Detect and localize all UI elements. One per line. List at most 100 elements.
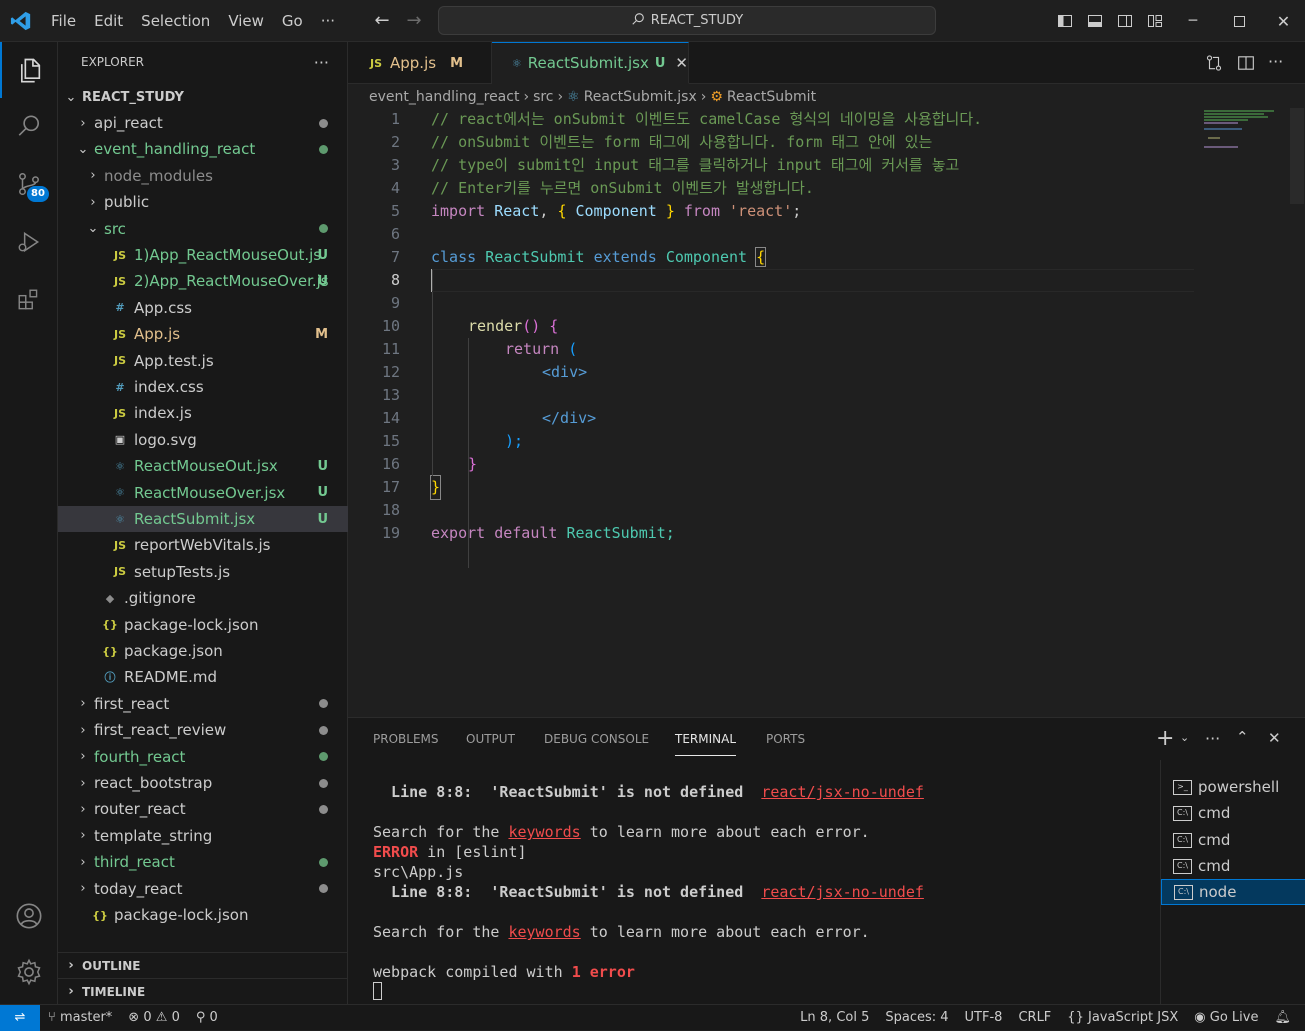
chevron-right-icon: › xyxy=(80,722,86,738)
customize-layout-icon[interactable] xyxy=(1135,0,1175,42)
explorer-more-icon[interactable]: ··· xyxy=(314,53,329,72)
compare-changes-icon[interactable] xyxy=(1205,54,1223,76)
file-item[interactable]: JS index.js xyxy=(58,400,348,426)
tab-close-icon[interactable]: ✕ xyxy=(675,54,688,72)
explorer-icon[interactable] xyxy=(0,42,58,98)
ports-status[interactable]: ⚲ 0 xyxy=(188,1010,226,1025)
file-item[interactable]: JS 1)App_ReactMouseOut.js U xyxy=(58,242,348,268)
file-item[interactable]: # index.css xyxy=(58,374,348,400)
terminal-item-node[interactable]: C:\ node xyxy=(1161,879,1305,905)
editor-more-icon[interactable]: ··· xyxy=(1268,52,1283,71)
end-of-line[interactable]: CRLF xyxy=(1010,1010,1059,1025)
close-icon[interactable]: ✕ xyxy=(1262,0,1305,42)
tab-ports[interactable]: PORTS xyxy=(766,718,805,760)
folder-item[interactable]: › public xyxy=(58,189,348,215)
extensions-icon[interactable] xyxy=(0,272,58,328)
tab-debug-console[interactable]: DEBUG CONSOLE xyxy=(544,718,649,760)
folder-item[interactable]: › api_react xyxy=(58,110,348,136)
menu-edit[interactable]: Edit xyxy=(85,0,132,42)
cursor-position[interactable]: Ln 8, Col 5 xyxy=(792,1010,877,1025)
explorer-root-folder[interactable]: ⌄ REACT_STUDY xyxy=(58,84,348,110)
file-item[interactable]: ◆ .gitignore xyxy=(58,585,348,611)
folder-item[interactable]: › react_bootstrap xyxy=(58,770,348,796)
breadcrumb-symbol[interactable]: ReactSubmit xyxy=(727,89,816,105)
problems-status[interactable]: ⊗ 0 ⚠ 0 xyxy=(120,1010,188,1025)
menu-selection[interactable]: Selection xyxy=(132,0,219,42)
folder-item[interactable]: › template_string xyxy=(58,823,348,849)
folder-item[interactable]: › third_react xyxy=(58,849,348,875)
file-item[interactable]: ⚛ ReactSubmit.jsx U xyxy=(58,506,348,532)
menu-file[interactable]: File xyxy=(42,0,85,42)
explorer-title: EXPLORER xyxy=(81,55,144,69)
folder-item[interactable]: › fourth_react xyxy=(58,744,348,770)
chevron-down-icon[interactable]: ⌄ xyxy=(1180,731,1189,744)
folder-item[interactable]: › first_react_review xyxy=(58,717,348,743)
notifications-bell-icon[interactable]: 🔔︎ xyxy=(1266,1010,1305,1025)
language-mode[interactable]: {} JavaScript JSX xyxy=(1059,1010,1186,1025)
breadcrumb-folder[interactable]: event_handling_react xyxy=(369,89,519,105)
terminal-item-cmd[interactable]: C:\ cmd xyxy=(1161,853,1305,879)
code-editor[interactable]: 1 // react에서는 onSubmit 이벤트도 camelCase 형식의… xyxy=(348,108,1198,718)
file-item[interactable]: {} package.json xyxy=(58,638,348,664)
run-debug-icon[interactable] xyxy=(0,214,58,270)
file-item[interactable]: ⓘ README.md xyxy=(58,664,348,690)
tab-output[interactable]: OUTPUT xyxy=(466,718,515,760)
file-item[interactable]: ▣ logo.svg xyxy=(58,427,348,453)
code-line: render() { xyxy=(468,317,559,335)
file-item[interactable]: JS reportWebVitals.js xyxy=(58,532,348,558)
file-item[interactable]: JS App.js M xyxy=(58,321,348,347)
encoding[interactable]: UTF-8 xyxy=(957,1010,1011,1025)
file-item[interactable]: {} package-lock.json xyxy=(58,902,348,928)
minimap[interactable] xyxy=(1200,108,1290,158)
terminal-item-powershell[interactable]: >_ powershell xyxy=(1161,774,1305,800)
indentation[interactable]: Spaces: 4 xyxy=(877,1010,956,1025)
remote-indicator-icon[interactable]: ⇌ xyxy=(0,1004,40,1031)
folder-item[interactable]: › today_react xyxy=(58,876,348,902)
status-bar: ⇌ ⑂ master* ⊗ 0 ⚠ 0 ⚲ 0 Ln 8, Col 5 Spac… xyxy=(0,1004,1305,1031)
file-item[interactable]: {} package-lock.json xyxy=(58,612,348,638)
panel-more-icon[interactable]: ··· xyxy=(1205,729,1220,748)
maximize-panel-chevron-up-icon[interactable]: ⌃ xyxy=(1236,728,1249,746)
maximize-icon[interactable] xyxy=(1216,0,1262,42)
breadcrumb-file[interactable]: ReactSubmit.jsx xyxy=(584,89,697,105)
command-center-search[interactable]: REACT_STUDY xyxy=(438,6,936,35)
split-editor-icon[interactable] xyxy=(1237,54,1255,76)
file-item[interactable]: ⚛ ReactMouseOut.jsx U xyxy=(58,453,348,479)
outline-section[interactable]: › OUTLINE xyxy=(58,952,348,978)
minimize-icon[interactable]: ─ xyxy=(1170,0,1216,42)
file-item[interactable]: ⚛ ReactMouseOver.jsx U xyxy=(58,480,348,506)
git-branch[interactable]: ⑂ master* xyxy=(40,1010,120,1025)
source-control-icon[interactable]: 80 xyxy=(0,156,58,212)
terminal-item-cmd[interactable]: C:\ cmd xyxy=(1161,800,1305,826)
file-item[interactable]: # App.css xyxy=(58,295,348,321)
go-live[interactable]: ◉ Go Live xyxy=(1186,1010,1266,1025)
folder-item[interactable]: ⌄ src xyxy=(58,216,348,242)
timeline-section[interactable]: › TIMELINE xyxy=(58,978,348,1004)
folder-item[interactable]: › node_modules xyxy=(58,163,348,189)
folder-item[interactable]: › first_react xyxy=(58,691,348,717)
forward-arrow-icon[interactable]: → xyxy=(398,10,430,31)
menu-more[interactable]: ··· xyxy=(312,0,344,42)
editor-scrollbar[interactable] xyxy=(1290,108,1304,204)
folder-item[interactable]: ⌄ event_handling_react xyxy=(58,136,348,162)
back-arrow-icon[interactable]: ← xyxy=(366,10,398,31)
close-panel-icon[interactable]: ✕ xyxy=(1268,729,1281,747)
file-item[interactable]: JS 2)App_ReactMouseOver.js U xyxy=(58,268,348,294)
accounts-icon[interactable] xyxy=(0,888,58,944)
terminal-item-cmd[interactable]: C:\ cmd xyxy=(1161,827,1305,853)
new-terminal-plus-icon[interactable]: + xyxy=(1156,726,1174,751)
menu-view[interactable]: View xyxy=(219,0,273,42)
menu-go[interactable]: Go xyxy=(273,0,312,42)
search-icon[interactable] xyxy=(0,98,58,154)
folder-item[interactable]: › router_react xyxy=(58,796,348,822)
tab-app-js[interactable]: JS App.js M xyxy=(348,42,492,84)
manage-gear-icon[interactable] xyxy=(0,944,58,1000)
breadcrumb-src[interactable]: src xyxy=(533,89,553,105)
tab-react-submit[interactable]: ⚛ ReactSubmit.jsx U ✕ xyxy=(492,42,689,84)
tab-terminal[interactable]: TERMINAL xyxy=(675,718,737,756)
json-file-icon: {} xyxy=(92,908,108,922)
file-item[interactable]: JS setupTests.js xyxy=(58,559,348,585)
tab-problems[interactable]: PROBLEMS xyxy=(373,718,439,760)
file-item[interactable]: JS App.test.js xyxy=(58,348,348,374)
error-icon: ⊗ xyxy=(128,1010,140,1025)
